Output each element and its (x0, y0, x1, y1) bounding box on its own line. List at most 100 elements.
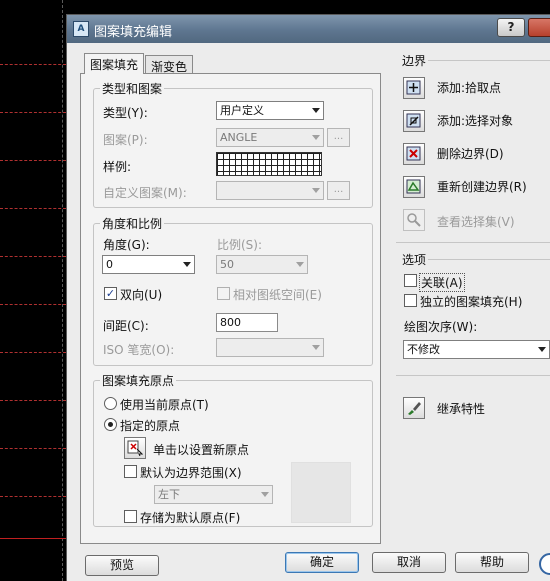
independent-hatches-checkbox[interactable] (404, 294, 417, 307)
separator (428, 60, 550, 61)
options-label: 选项 (402, 253, 427, 267)
cad-dashed-line (0, 448, 66, 449)
angle-scale-group-label: 角度和比例 (100, 215, 165, 232)
chevron-down-icon (296, 262, 304, 267)
cad-dashed-line (0, 112, 66, 113)
preview-button[interactable]: 预览 (85, 555, 159, 576)
type-label: 类型(Y): (103, 106, 148, 120)
remove-boundaries-icon (406, 146, 421, 161)
inherit-properties-label[interactable]: 继承特性 (437, 400, 485, 417)
sample-label: 样例: (103, 160, 132, 174)
double-checkbox[interactable]: ✓ (104, 287, 117, 300)
store-default-origin-checkbox[interactable] (124, 510, 137, 523)
spacing-input[interactable]: 800 (216, 313, 278, 332)
draw-order-select[interactable]: 不修改 (403, 340, 550, 359)
add-select-objects-label[interactable]: 添加:选择对象 (437, 112, 513, 129)
type-pattern-group-label: 类型和图案 (100, 80, 165, 97)
iso-pen-width-select[interactable] (216, 338, 324, 357)
pattern-browse-button[interactable]: ... (327, 128, 350, 147)
relative-paper-checkbox[interactable] (217, 287, 230, 300)
magnifier-icon (407, 213, 421, 227)
specified-origin-label: 指定的原点 (120, 419, 181, 433)
select-objects-icon (406, 113, 421, 128)
recreate-boundary-button[interactable] (403, 176, 425, 198)
extent-position-value: 左下 (158, 488, 180, 501)
chevron-down-icon (261, 492, 269, 497)
title-bar[interactable]: A 图案填充编辑 ? (67, 15, 550, 43)
use-current-origin-label: 使用当前原点(T) (120, 398, 209, 412)
inherit-properties-button[interactable] (403, 397, 425, 419)
help-icon[interactable]: ? (497, 18, 525, 37)
type-select[interactable]: 用户定义 (216, 101, 324, 120)
chevron-down-icon (312, 345, 320, 350)
pattern-label: 图案(P): (103, 133, 148, 147)
use-current-origin-radio[interactable] (104, 397, 117, 410)
cad-dashed-line (0, 160, 66, 161)
add-pick-point-button[interactable] (403, 77, 425, 99)
tab-gradient[interactable]: 渐变色 (145, 55, 194, 75)
specified-origin-radio[interactable] (104, 418, 117, 431)
app-icon: A (73, 21, 89, 37)
boundaries-label: 边界 (402, 54, 427, 68)
angle-select-value: 0 (106, 258, 113, 271)
pattern-sample-swatch[interactable] (216, 152, 322, 176)
cad-dashed-line (0, 208, 66, 209)
chevron-down-icon (312, 135, 320, 140)
cad-dashed-line (0, 400, 66, 401)
chevron-down-icon (538, 347, 546, 352)
cad-dashed-line (0, 64, 66, 65)
pattern-select[interactable]: ANGLE (216, 128, 324, 147)
scale-label: 比例(S): (217, 238, 263, 252)
default-extent-checkbox[interactable] (124, 465, 137, 478)
custom-pattern-select[interactable] (216, 181, 324, 200)
cad-dashed-line (0, 256, 66, 257)
set-origin-button[interactable] (124, 437, 146, 459)
pick-point-icon (406, 80, 421, 95)
store-default-origin-label: 存储为默认原点(F) (140, 511, 241, 525)
set-origin-icon (127, 440, 143, 456)
type-select-value: 用户定义 (220, 104, 264, 117)
custom-pattern-label: 自定义图案(M): (103, 186, 187, 200)
independent-hatches-label: 独立的图案填充(H) (420, 295, 523, 309)
hatch-origin-group-label: 图案填充原点 (100, 372, 177, 389)
draw-order-label: 绘图次序(W): (404, 320, 478, 334)
separator (428, 259, 550, 260)
remove-boundaries-button[interactable] (403, 143, 425, 165)
view-selections-label[interactable]: 查看选择集(V) (437, 213, 515, 230)
cad-dashed-line (62, 0, 63, 581)
click-set-origin-label: 单击以设置新原点 (153, 443, 250, 457)
tab-hatch[interactable]: 图案填充 (84, 53, 145, 74)
angle-select[interactable]: 0 (102, 255, 195, 274)
separator (396, 375, 550, 376)
view-selections-button[interactable] (403, 209, 425, 231)
window-title: 图案填充编辑 (94, 25, 173, 40)
associative-label: 关联(A) (419, 273, 465, 292)
default-extent-label: 默认为边界范围(X) (140, 466, 242, 480)
chevron-down-icon (183, 262, 191, 267)
remove-boundaries-label[interactable]: 删除边界(D) (437, 145, 504, 162)
cancel-button[interactable]: 取消 (372, 552, 446, 573)
custom-pattern-browse-button[interactable]: ... (327, 181, 350, 200)
scale-select-value: 50 (220, 258, 234, 271)
cad-dashed-line (0, 352, 66, 353)
double-label: 双向(U) (120, 288, 163, 302)
ok-button[interactable]: 确定 (285, 552, 359, 573)
recreate-boundary-label[interactable]: 重新创建边界(R) (437, 178, 527, 195)
help-button[interactable]: 帮助 (455, 552, 529, 573)
brush-icon (408, 402, 421, 415)
chevron-down-icon (312, 108, 320, 113)
chevron-down-icon (312, 188, 320, 193)
add-pick-point-label[interactable]: 添加:拾取点 (437, 79, 501, 96)
extent-position-select[interactable]: 左下 (154, 485, 273, 504)
add-select-objects-button[interactable] (403, 110, 425, 132)
scale-select[interactable]: 50 (216, 255, 308, 274)
iso-pen-width-label: ISO 笔宽(O): (103, 343, 175, 357)
cad-red-line (0, 538, 66, 539)
associative-checkbox[interactable] (404, 274, 417, 287)
draw-order-value: 不修改 (407, 343, 440, 356)
relative-paper-label: 相对图纸空间(E) (233, 288, 322, 302)
recreate-boundary-icon (406, 179, 421, 194)
separator (396, 242, 550, 243)
origin-preview-box (291, 462, 351, 523)
close-button[interactable] (528, 18, 550, 37)
